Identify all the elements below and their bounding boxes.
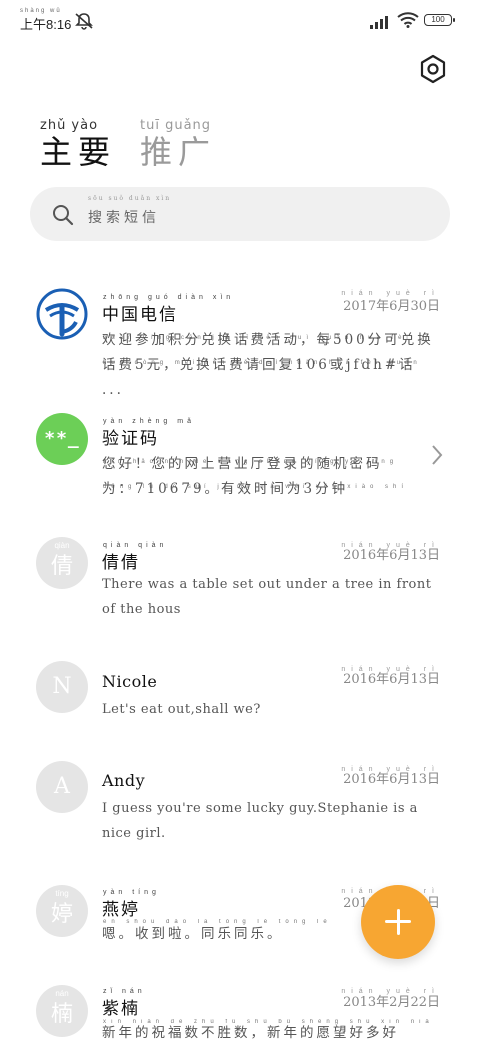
avatar: qiàn 倩 [36,537,88,589]
avatar: A [36,761,88,813]
status-bar: shàng wǔ 上午8:16 100 [0,0,480,44]
avatar-letter: 楠 [50,1002,73,1027]
avatar-letter: 婷 [50,902,73,927]
search-icon [52,204,74,230]
settings-icon[interactable] [418,54,448,84]
sender-name: 紫楠 [102,999,140,1019]
avatar: tíng 婷 [36,885,88,937]
conversation-item[interactable]: N Nicole nián yuè rì 2016年6月13日 Let's ea… [0,660,480,740]
search-pinyin: sōu suǒ duǎn xìn [88,195,172,202]
search-bar[interactable]: sōu suǒ duǎn xìn 搜索短信 [30,187,450,241]
conversation-item[interactable]: **_ yàn zhèng mǎ 验证码 nín hǎo nín de wǎng… [0,412,480,512]
message-date: 2016年6月13日 [343,548,440,563]
avatar-letter: 倩 [50,554,73,579]
wifi-icon [397,12,419,32]
avatar-pinyin: nán [55,989,69,998]
tab-primary[interactable]: zhǔ yào 主要 [40,118,116,171]
message-preview: 欢迎参加积分兑换话费活动，每500分可兑换话费5元，兑换话费请回复106或jfd… [102,332,434,398]
avatar: **_ [36,413,88,465]
tab-promotions-pinyin: tuī guǎng [140,118,212,133]
sender-name: 倩倩 [102,553,140,573]
tab-promotions-label: 推广 [140,133,217,171]
battery-icon: 100 [424,14,455,26]
signal-icon [370,14,392,33]
avatar-letter: N [52,674,72,699]
avatar-pinyin: qiàn [54,541,70,550]
tab-promotions[interactable]: tuī guǎng 推广 [140,118,216,171]
conversation-item[interactable]: A Andy nián yuè rì 2016年6月13日 I guess yo… [0,760,480,860]
sender-name: 验证码 [102,429,159,449]
message-preview: I guess you're some lucky guy.Stephanie … [102,801,418,841]
avatar: N [36,661,88,713]
search-input[interactable]: 搜索短信 [88,207,160,227]
message-preview: 新年的祝福数不胜数，新年的愿望好多好 [102,1025,399,1041]
avatar-pinyin: tíng [55,889,69,898]
sender-name: 燕婷 [102,900,140,920]
china-telecom-logo [36,288,88,340]
conversation-item[interactable]: qiàn 倩 qiàn qiàn 倩倩 nián yuè rì 2016年6月1… [0,536,480,636]
message-date: 2016年6月13日 [343,672,440,687]
avatar-letter: **_ [44,428,80,449]
message-preview: 您好！您的网上营业厅登录的随机密码为：710679。有效时间为3分钟 [102,456,383,497]
new-message-button[interactable] [361,885,435,959]
message-date: 2013年2月22日 [343,995,440,1010]
conversation-item[interactable]: zhōng guó diàn xìn 中国电信 nián yuè rì 2017… [0,280,480,398]
message-preview: Let's eat out,shall we? [102,702,261,717]
avatar-letter: A [54,774,70,799]
avatar: nán 楠 [36,985,88,1037]
sender-name: Andy [102,771,146,790]
status-time: 上午8:16 [20,17,72,32]
message-date: 2017年6月30日 [343,299,440,314]
mute-icon [74,12,94,34]
sender-name: Nicole [102,672,158,691]
sender-name: 中国电信 [102,305,178,325]
tab-primary-label: 主要 [40,133,117,171]
tab-primary-pinyin: zhǔ yào [40,118,99,133]
chevron-right-icon[interactable] [430,444,444,470]
message-preview: There was a table set out under a tree i… [102,577,432,617]
conversation-item[interactable]: nán 楠 zǐ nán 紫楠 nián yuè rì 2013年2月22日 x… [0,984,480,1041]
message-date: 2016年6月13日 [343,772,440,787]
